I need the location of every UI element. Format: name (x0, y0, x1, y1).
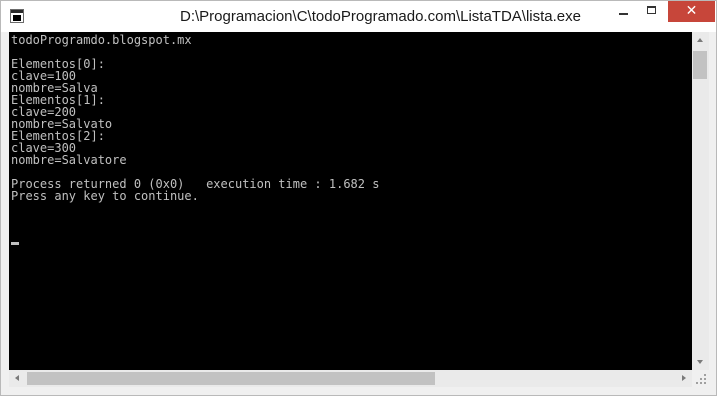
console-line: nombre=Salvatore (11, 153, 127, 167)
scroll-left-button[interactable] (9, 370, 26, 387)
chevron-down-icon (697, 360, 703, 364)
grip-dot (704, 382, 706, 384)
chevron-up-icon (697, 38, 703, 42)
horizontal-scrollbar[interactable] (9, 370, 692, 387)
scroll-right-button[interactable] (675, 370, 692, 387)
grip-dot (704, 374, 706, 376)
grip-dot (704, 378, 706, 380)
chevron-right-icon (682, 375, 686, 381)
console-line: todoProgramdo.blogspot.mx (11, 33, 192, 47)
window-title-label: D:\Programacion\C\todoProgramado.com\Lis… (179, 8, 581, 25)
grip-dot (700, 382, 702, 384)
close-icon: ✕ (685, 3, 698, 19)
maximize-button[interactable] (638, 1, 666, 22)
grip-dot (700, 378, 702, 380)
chevron-left-icon (15, 375, 19, 381)
console-line: Press any key to continue. (11, 189, 199, 203)
scroll-up-button[interactable] (692, 32, 709, 49)
maximize-icon (647, 6, 656, 14)
title-bar[interactable]: D:\Programacion\C\todoProgramado.com\Lis… (1, 1, 716, 32)
vertical-scrollbar[interactable] (692, 32, 709, 370)
minimize-button[interactable] (609, 1, 638, 22)
resize-grip[interactable] (692, 370, 709, 387)
console-window: D:\Programacion\C\todoProgramado.com\Lis… (0, 0, 717, 396)
console-text: todoProgramdo.blogspot.mx Elementos[0]: cl… (11, 34, 379, 202)
scroll-down-button[interactable] (692, 353, 709, 370)
horizontal-scroll-thumb[interactable] (27, 372, 435, 385)
grip-dot (696, 382, 698, 384)
minimize-icon (619, 13, 628, 15)
close-button[interactable]: ✕ (668, 1, 715, 22)
text-cursor (11, 242, 19, 245)
vertical-scroll-thumb[interactable] (693, 51, 707, 79)
console-output-area[interactable]: todoProgramdo.blogspot.mx Elementos[0]: cl… (9, 32, 692, 370)
